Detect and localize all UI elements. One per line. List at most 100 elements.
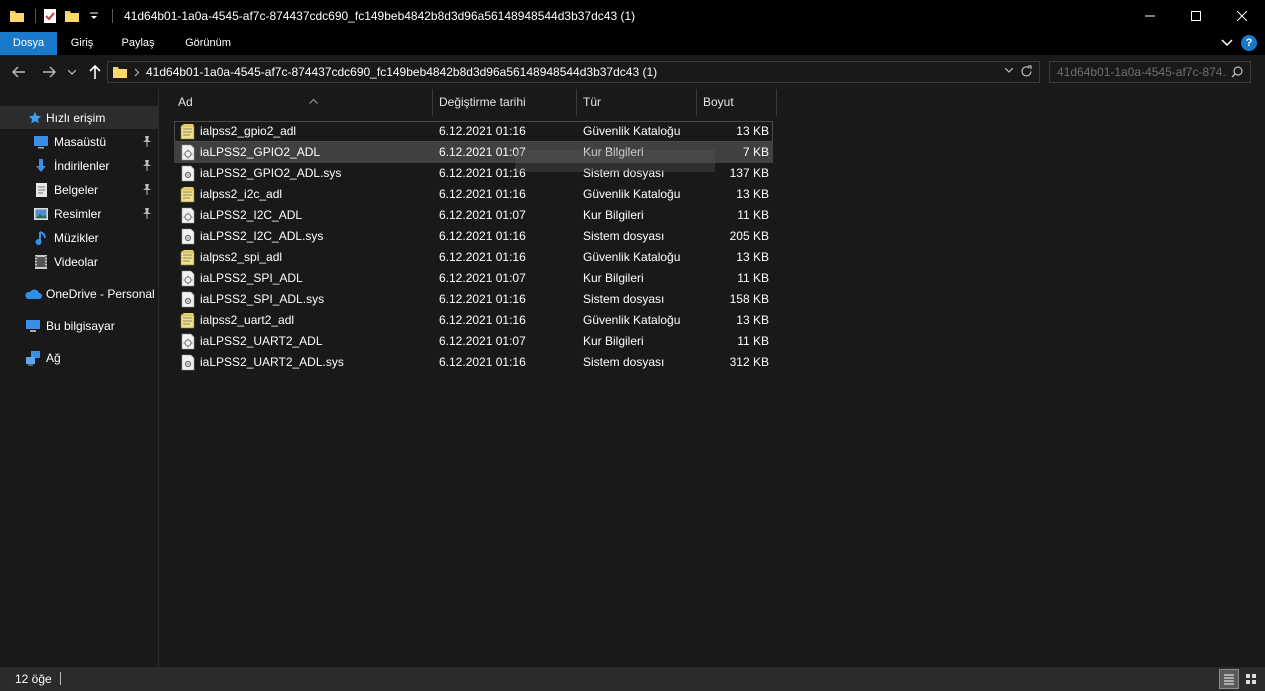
forward-button[interactable]: [38, 55, 60, 89]
refresh-icon[interactable]: [1020, 65, 1033, 78]
file-size: 158 KB: [729, 292, 769, 306]
breadcrumb-chevron-icon[interactable]: [134, 68, 140, 77]
sidebar-item-label: Müzikler: [54, 230, 99, 245]
customize-toolbar-dropdown-icon[interactable]: [85, 7, 103, 25]
column-header-size[interactable]: Boyut: [696, 89, 777, 116]
download-icon: [33, 158, 49, 174]
sidebar-item-label: Ağ: [46, 350, 61, 365]
tab-home[interactable]: Giriş: [57, 32, 107, 55]
sidebar-item-network[interactable]: Ağ: [0, 346, 158, 369]
sidebar-item-label: Videolar: [54, 254, 98, 269]
file-size: 7 KB: [742, 145, 769, 159]
catalog-file-icon: [180, 186, 196, 203]
system-file-icon: [180, 354, 196, 371]
recent-locations-dropdown[interactable]: [66, 55, 78, 89]
sidebar-item-music[interactable]: Müzikler: [0, 226, 158, 249]
properties-icon[interactable]: [41, 7, 59, 25]
sidebar-item-documents[interactable]: Belgeler: [0, 178, 158, 201]
table-row[interactable]: iaLPSS2_UART2_ADL.sys 6.12.2021 01:16 Sist…: [174, 352, 773, 373]
back-button[interactable]: [8, 55, 30, 89]
sidebar-item-downloads[interactable]: İndirilenler: [0, 154, 158, 177]
file-type: Sistem dosyası: [583, 229, 665, 243]
sidebar-item-label: Bu bilgisayar: [46, 318, 115, 333]
tab-view[interactable]: Görünüm: [172, 32, 244, 55]
maximize-button[interactable]: [1173, 0, 1219, 32]
file-name: iaLPSS2_UART2_ADL.sys: [200, 355, 344, 369]
file-date: 6.12.2021 01:07: [439, 145, 526, 159]
pin-icon[interactable]: [141, 206, 153, 220]
column-header-date[interactable]: Değiştirme tarihi: [432, 89, 577, 116]
folder-icon[interactable]: [8, 7, 26, 25]
file-date: 6.12.2021 01:07: [439, 271, 526, 285]
breadcrumb[interactable]: 41d64b01-1a0a-4545-af7c-874437cdc690_fc1…: [146, 65, 657, 79]
setup-info-file-icon: [180, 144, 196, 161]
tab-file[interactable]: Dosya: [0, 32, 57, 55]
help-icon[interactable]: ?: [1241, 35, 1257, 51]
file-type: Kur Bilgileri: [583, 334, 644, 348]
window-controls: [1127, 0, 1265, 32]
sidebar-item-onedrive[interactable]: OneDrive - Personal: [0, 282, 158, 305]
file-name: iaLPSS2_I2C_ADL.sys: [200, 229, 324, 243]
file-size: 137 KB: [729, 166, 769, 180]
column-header-name[interactable]: Ad: [171, 89, 433, 116]
sidebar-item-this-pc[interactable]: Bu bilgisayar: [0, 314, 158, 337]
catalog-file-icon: [180, 312, 196, 329]
address-history-dropdown-icon[interactable]: [1005, 68, 1013, 73]
file-size: 11 KB: [737, 334, 769, 348]
sidebar-item-videos[interactable]: Videolar: [0, 250, 158, 273]
column-name-label: Ad: [178, 95, 193, 109]
sidebar-item-pictures[interactable]: Resimler: [0, 202, 158, 225]
sidebar-item-desktop[interactable]: Masaüstü: [0, 130, 158, 153]
address-bar[interactable]: 41d64b01-1a0a-4545-af7c-874437cdc690_fc1…: [107, 61, 1040, 83]
file-date: 6.12.2021 01:16: [439, 124, 526, 138]
table-row[interactable]: iaLPSS2_SPI_ADL 6.12.2021 01:07 Kur Bilgil…: [174, 268, 773, 289]
file-name: ialpss2_spi_adl: [200, 250, 283, 264]
table-row[interactable]: iaLPSS2_SPI_ADL.sys 6.12.2021 01:16 Sistem…: [174, 289, 773, 310]
pin-icon[interactable]: [141, 158, 153, 172]
setup-info-file-icon: [180, 207, 196, 224]
up-button[interactable]: [85, 55, 105, 89]
file-date: 6.12.2021 01:16: [439, 187, 526, 201]
computer-icon: [25, 318, 41, 334]
expand-ribbon-icon[interactable]: [1221, 36, 1233, 50]
file-type: Güvenlik Kataloğu: [583, 313, 681, 327]
search-icon[interactable]: [1231, 66, 1243, 78]
table-row[interactable]: iaLPSS2_UART2_ADL 6.12.2021 01:07 Kur Bilg…: [174, 331, 773, 352]
file-date: 6.12.2021 01:16: [439, 313, 526, 327]
table-row[interactable]: ialpss2_uart2_adl 6.12.2021 01:16 Güvenlik…: [174, 310, 773, 331]
tab-share[interactable]: Paylaş: [111, 32, 165, 55]
search-placeholder: 41d64b01-1a0a-4545-af7c-874...: [1057, 65, 1227, 79]
file-type: Güvenlik Kataloğu: [583, 250, 681, 264]
desktop-icon: [33, 134, 49, 150]
videos-icon: [33, 254, 49, 270]
file-date: 6.12.2021 01:16: [439, 355, 526, 369]
close-button[interactable]: [1219, 0, 1265, 32]
table-row[interactable]: iaLPSS2_I2C_ADL 6.12.2021 01:07 Kur Bilgil…: [174, 205, 773, 226]
catalog-file-icon: [180, 123, 196, 140]
table-row[interactable]: ialpss2_i2c_adl 6.12.2021 01:16 Güvenlik K…: [174, 184, 773, 205]
toolbar-divider: [112, 9, 113, 23]
file-size: 13 KB: [736, 250, 769, 264]
file-date: 6.12.2021 01:16: [439, 250, 526, 264]
new-folder-icon[interactable]: [63, 7, 81, 25]
view-switcher: [1219, 669, 1261, 689]
search-input[interactable]: 41d64b01-1a0a-4545-af7c-874...: [1049, 61, 1251, 83]
pin-icon[interactable]: [141, 134, 153, 148]
sidebar-item-quick-access[interactable]: Hızlı erişim: [0, 106, 158, 129]
column-header-type[interactable]: Tür: [576, 89, 697, 116]
file-type: Sistem dosyası: [583, 355, 665, 369]
minimize-button[interactable]: [1127, 0, 1173, 32]
pin-icon[interactable]: [141, 182, 153, 196]
file-type: Kur Bilgileri: [583, 208, 644, 222]
table-row[interactable]: ialpss2_spi_adl 6.12.2021 01:16 Güvenlik K…: [174, 247, 773, 268]
details-view-button[interactable]: [1219, 669, 1239, 689]
table-row[interactable]: ialpss2_gpio2_adl 6.12.2021 01:16 Güvenlik…: [174, 121, 773, 142]
table-row[interactable]: iaLPSS2_I2C_ADL.sys 6.12.2021 01:16 Sistem…: [174, 226, 773, 247]
network-icon: [25, 350, 41, 366]
sidebar-item-label: OneDrive - Personal: [46, 286, 155, 301]
file-size: 11 KB: [737, 208, 769, 222]
star-icon: [27, 110, 43, 126]
cloud-icon: [24, 286, 42, 302]
large-icons-view-button[interactable]: [1241, 669, 1261, 689]
ribbon-right-controls: ?: [1221, 35, 1257, 51]
